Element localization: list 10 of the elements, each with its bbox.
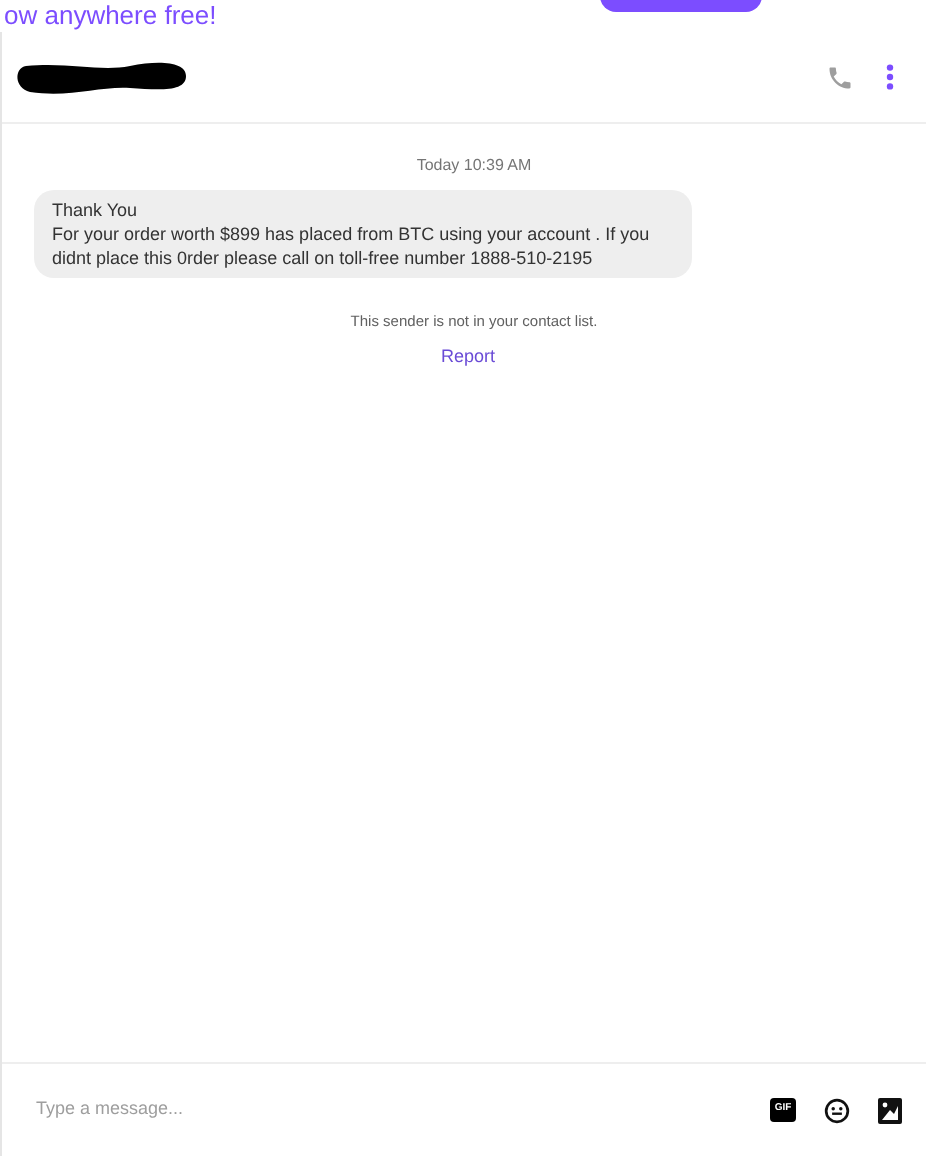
message-text: For your order worth $899 has placed from BTC using your account . If you didnt place this 0rder please call on toll-free number 1888-510-2195 [52,222,652,270]
phone-icon[interactable] [826,63,854,91]
message-text: Thank You [52,198,140,222]
banner-headline: ow anywhere free! [4,0,217,30]
image-icon[interactable] [878,1097,902,1123]
message-timestamp: Today 10:39 AM [416,154,532,178]
report-link[interactable]: Report [440,344,495,372]
emoji-icon[interactable] [824,1097,850,1123]
more-options-icon[interactable] [886,64,894,90]
message-input[interactable]: Type a message... [36,1096,770,1124]
